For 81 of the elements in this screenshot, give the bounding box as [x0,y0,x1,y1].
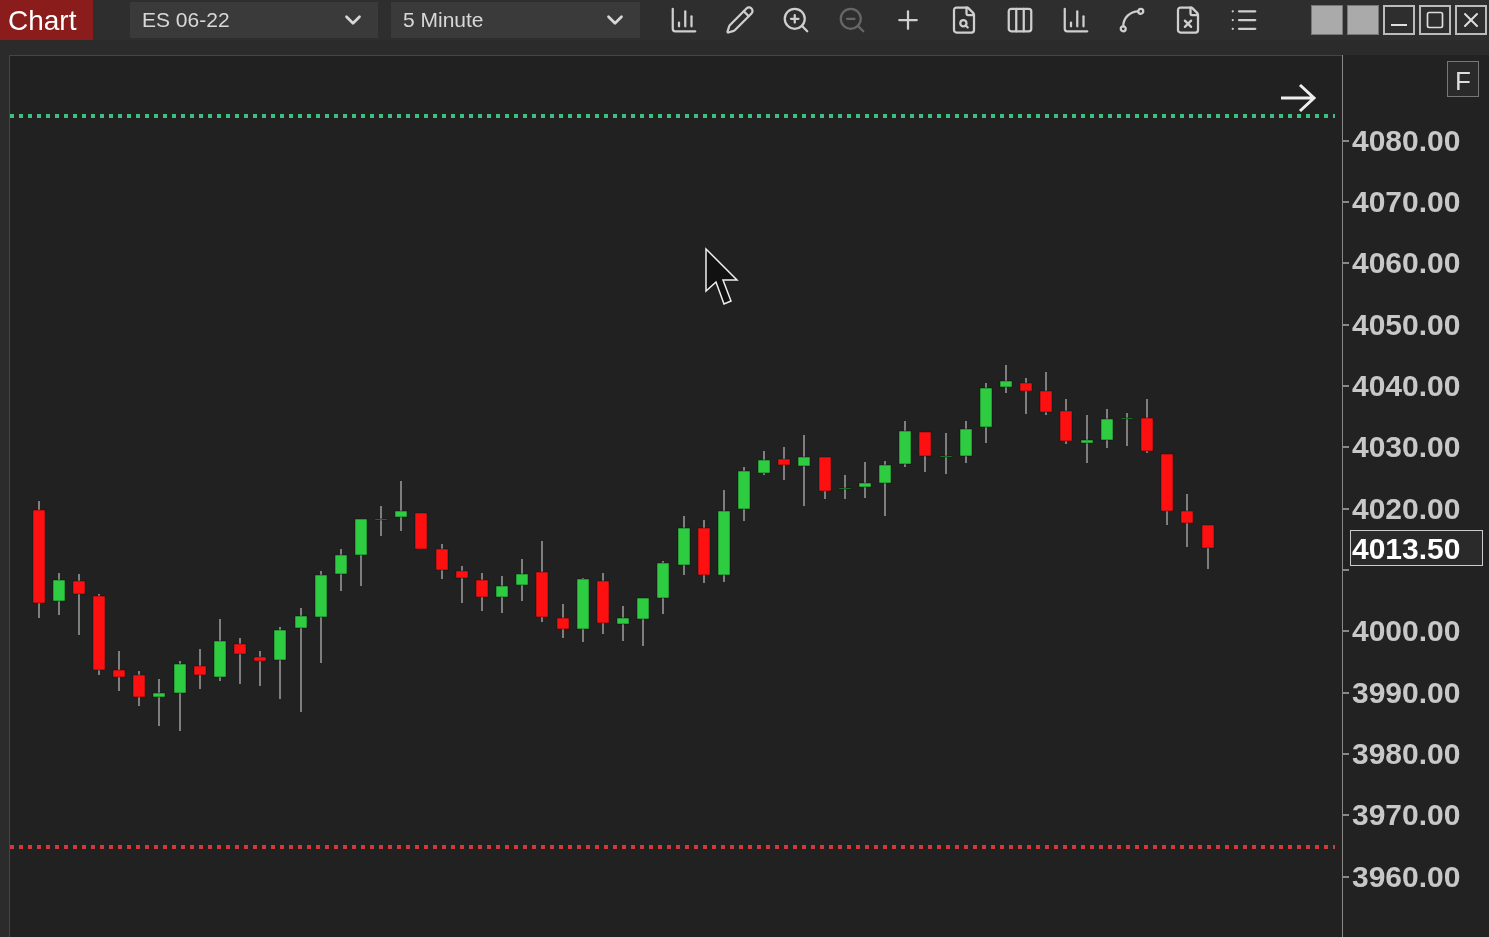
candlestick [233,637,247,685]
candlestick [1059,398,1073,445]
candlestick [213,618,227,682]
interval-dropdown[interactable]: 5 Minute [391,2,640,38]
candlestick [495,575,509,614]
candlestick [576,577,590,643]
candlestick [354,518,368,587]
zoom-out-icon [837,5,867,35]
candlestick [334,548,348,592]
price-label: 3960.00 [1352,861,1461,892]
candlestick [455,565,469,604]
candlestick [52,572,66,616]
bar-chart-icon [669,5,699,35]
candlestick [152,678,166,727]
candlestick [435,543,449,580]
candlestick [636,597,650,647]
candlestick [1019,377,1033,415]
price-label: 4050.00 [1352,309,1461,340]
candlestick [697,519,711,584]
candlestick [1180,493,1194,548]
candlestick [838,474,852,500]
mouse-cursor-icon [705,247,739,305]
price-label: 4080.00 [1352,125,1461,156]
candlestick [1100,408,1114,449]
candlestick [757,450,771,476]
candlestick [979,382,993,444]
candlestick [1120,412,1134,447]
current-price-marker: 4013.50 [1350,530,1483,566]
instrument-dropdown[interactable]: ES 06-22 [130,2,378,38]
candlestick [596,572,610,635]
candlestick [374,505,388,537]
maximize-button[interactable] [1419,5,1451,35]
chart-tab[interactable]: Chart [0,0,93,40]
candlestick [253,650,267,687]
columns-icon [1005,5,1035,35]
candlestick [414,512,428,550]
candlestick [898,420,912,468]
price-label: 3970.00 [1352,800,1461,831]
candlestick [777,446,791,481]
price-label: 4020.00 [1352,493,1461,524]
candlestick [999,364,1013,394]
candlestick [656,560,670,615]
close-button[interactable] [1455,5,1487,35]
price-label: 4000.00 [1352,616,1461,647]
price-label: 3980.00 [1352,738,1461,769]
price-label: 3990.00 [1352,677,1461,708]
price-label: 4060.00 [1352,248,1461,279]
candlestick [112,650,126,692]
candlestick [1201,524,1215,570]
price-label: 4070.00 [1352,187,1461,217]
candlestick [475,572,489,612]
candlestick [737,466,751,522]
candlestick [394,480,408,532]
candlestick [878,460,892,517]
flag-button[interactable]: F [1447,61,1479,97]
maximize-icon [1425,10,1445,30]
candlestick [72,573,86,636]
candlestick [939,432,953,475]
candlestick [1080,414,1094,464]
candlestick [1140,398,1154,454]
price-label: 4030.00 [1352,432,1461,463]
candlestick [918,431,932,473]
candlestick [1039,371,1053,416]
candlestick [193,648,207,690]
candlestick [173,660,187,732]
price-label: 4040.00 [1352,370,1461,401]
candlestick [515,558,529,602]
candlestick [616,605,630,642]
bar-chart-icon [1061,5,1091,35]
candlestick [818,456,832,500]
arrow-right-icon [1279,83,1317,113]
candlestick [959,420,973,464]
minimize-icon [1391,24,1407,26]
candlestick [858,461,872,499]
pencil-icon [725,5,755,35]
candlestick [556,603,570,639]
minimize-button[interactable] [1383,5,1415,35]
line-chart-icon [1117,5,1147,35]
zoom-in-icon [781,5,811,35]
candlestick [677,515,691,576]
candlestick [132,670,146,707]
